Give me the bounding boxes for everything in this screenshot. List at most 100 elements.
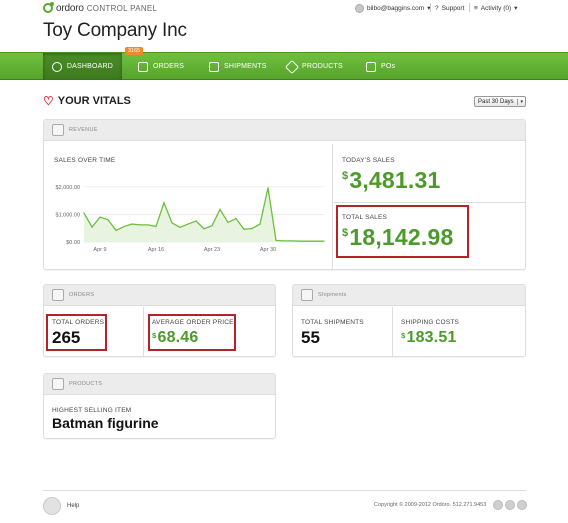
- sales-chart: $2,000.00 $1,000.00 $0.00 Apr 9 Apr 16 Apr 23…: [56, 185, 325, 253]
- facebook-icon[interactable]: [505, 500, 515, 510]
- card-title: PRODUCTS: [69, 381, 103, 387]
- vitals-heading: ♡ YOUR VITALS: [43, 94, 131, 108]
- tab-label: ORDERS: [153, 63, 185, 70]
- y-tick-label: $2,000.00: [56, 185, 80, 191]
- todays-sales-label: TODAY'S SALES: [342, 157, 395, 164]
- data-point: [219, 208, 221, 211]
- activity-label: Activity (0): [480, 4, 512, 12]
- logo-mark-icon: [43, 2, 54, 13]
- data-point: [163, 202, 165, 204]
- best-seller-label: HIGHEST SELLING ITEM: [52, 407, 132, 414]
- x-tick-label: Apr 30: [260, 247, 276, 253]
- logo-subtitle: CONTROL PANEL: [86, 3, 158, 13]
- data-point: [179, 226, 181, 228]
- data-point: [203, 228, 205, 230]
- period-select[interactable]: Past 30 Days ▾: [474, 96, 526, 107]
- data-point: [259, 223, 261, 225]
- help-icon[interactable]: [43, 497, 61, 515]
- tab-label: POs: [381, 63, 396, 70]
- data-point: [299, 240, 301, 242]
- user-email: bilbo@baggins.com: [367, 4, 425, 12]
- chart-title: SALES OVER TIME: [54, 157, 116, 164]
- sales-area: [84, 187, 324, 242]
- card-title: Shipments: [318, 292, 347, 298]
- x-tick-label: Apr 23: [204, 247, 220, 253]
- data-point: [99, 216, 101, 218]
- data-point: [91, 226, 93, 228]
- card-title: REVENUE: [69, 127, 98, 133]
- help-link[interactable]: Help: [67, 503, 79, 509]
- shipments-icon: [301, 289, 313, 301]
- y-tick-label: $1,000.00: [56, 212, 80, 218]
- data-point: [275, 239, 277, 241]
- x-tick-label: Apr 9: [93, 247, 106, 253]
- avg-order-highlight: [148, 314, 236, 351]
- revenue-icon: [52, 124, 64, 136]
- currency-symbol: $: [401, 330, 406, 340]
- divider: [392, 307, 393, 357]
- divider: [332, 144, 333, 270]
- data-point: [187, 223, 189, 225]
- orders-icon: [52, 289, 64, 301]
- data-point: [323, 240, 325, 242]
- card-header: PRODUCTS: [44, 374, 275, 395]
- value-text: 183.51: [406, 329, 457, 346]
- activity-menu[interactable]: ≡ Activity (0) ▾: [474, 2, 517, 14]
- data-point: [147, 224, 149, 226]
- shipments-card: Shipments TOTAL SHIPMENTS 55 SHIPPING CO…: [292, 284, 526, 357]
- currency-symbol: $: [342, 169, 349, 182]
- tag-icon: [284, 59, 300, 74]
- orders-icon: [138, 61, 148, 72]
- data-point: [251, 227, 253, 230]
- data-point: [315, 240, 317, 242]
- best-seller-value: Batman figurine: [52, 415, 159, 431]
- shipments-icon: [209, 61, 219, 72]
- data-point: [171, 222, 173, 224]
- data-point: [123, 225, 125, 228]
- tab-pos[interactable]: POs: [366, 53, 395, 80]
- tab-shipments[interactable]: SHIPMENTS: [209, 53, 267, 80]
- period-value: Past 30 Days: [478, 98, 514, 105]
- todays-sales-value: $3,481.31: [342, 167, 440, 194]
- vitals-title: YOUR VITALS: [57, 95, 131, 107]
- card-header: ORDERS: [44, 285, 275, 306]
- logo-name: ordoro: [56, 2, 84, 14]
- tab-products[interactable]: PRODUCTS: [284, 53, 343, 80]
- y-tick-label: $0.00: [66, 240, 80, 246]
- company-name: Toy Company Inc: [43, 20, 187, 41]
- tab-dashboard[interactable]: DASHBOARD: [43, 53, 122, 80]
- total-orders-highlight: [46, 314, 107, 351]
- data-point: [83, 212, 85, 214]
- divider: [430, 3, 431, 12]
- user-menu[interactable]: bilbo@baggins.com ▾: [355, 2, 430, 14]
- data-point: [267, 187, 269, 189]
- question-icon: ?: [435, 4, 439, 12]
- total-shipments-label: TOTAL SHIPMENTS: [301, 319, 364, 326]
- shipping-costs-value: $183.51: [401, 329, 457, 347]
- ordoro-logo[interactable]: ordoro CONTROL PANEL: [43, 2, 157, 14]
- card-title: ORDERS: [69, 292, 95, 298]
- card-header: Shipments: [293, 285, 525, 306]
- dashboard-icon: [51, 61, 62, 72]
- tag-icon: [52, 378, 64, 390]
- tab-orders[interactable]: ORDERS: [138, 53, 184, 80]
- rss-icon[interactable]: [517, 500, 527, 510]
- data-point: [307, 240, 309, 242]
- data-point: [107, 219, 109, 221]
- twitter-icon[interactable]: [493, 500, 503, 510]
- avatar: [355, 3, 364, 13]
- tab-label: SHIPMENTS: [224, 63, 267, 70]
- activity-icon: ≡: [474, 4, 478, 12]
- chevron-down-icon: ▾: [517, 98, 523, 105]
- total-sales-highlight: [336, 205, 469, 258]
- data-point: [283, 240, 285, 242]
- top-bar: ordoro CONTROL PANEL bilbo@baggins.com ▾…: [0, 0, 568, 16]
- data-point: [211, 225, 213, 227]
- divider: [143, 307, 144, 357]
- data-point: [195, 220, 197, 222]
- value-text: 3,481.31: [349, 167, 441, 193]
- data-point: [131, 223, 133, 225]
- x-tick-label: Apr 16: [148, 247, 164, 253]
- support-link[interactable]: ? Support: [435, 2, 464, 14]
- copyright: Copyright © 2009-2012 Ordoro. 512.271.94…: [374, 502, 487, 508]
